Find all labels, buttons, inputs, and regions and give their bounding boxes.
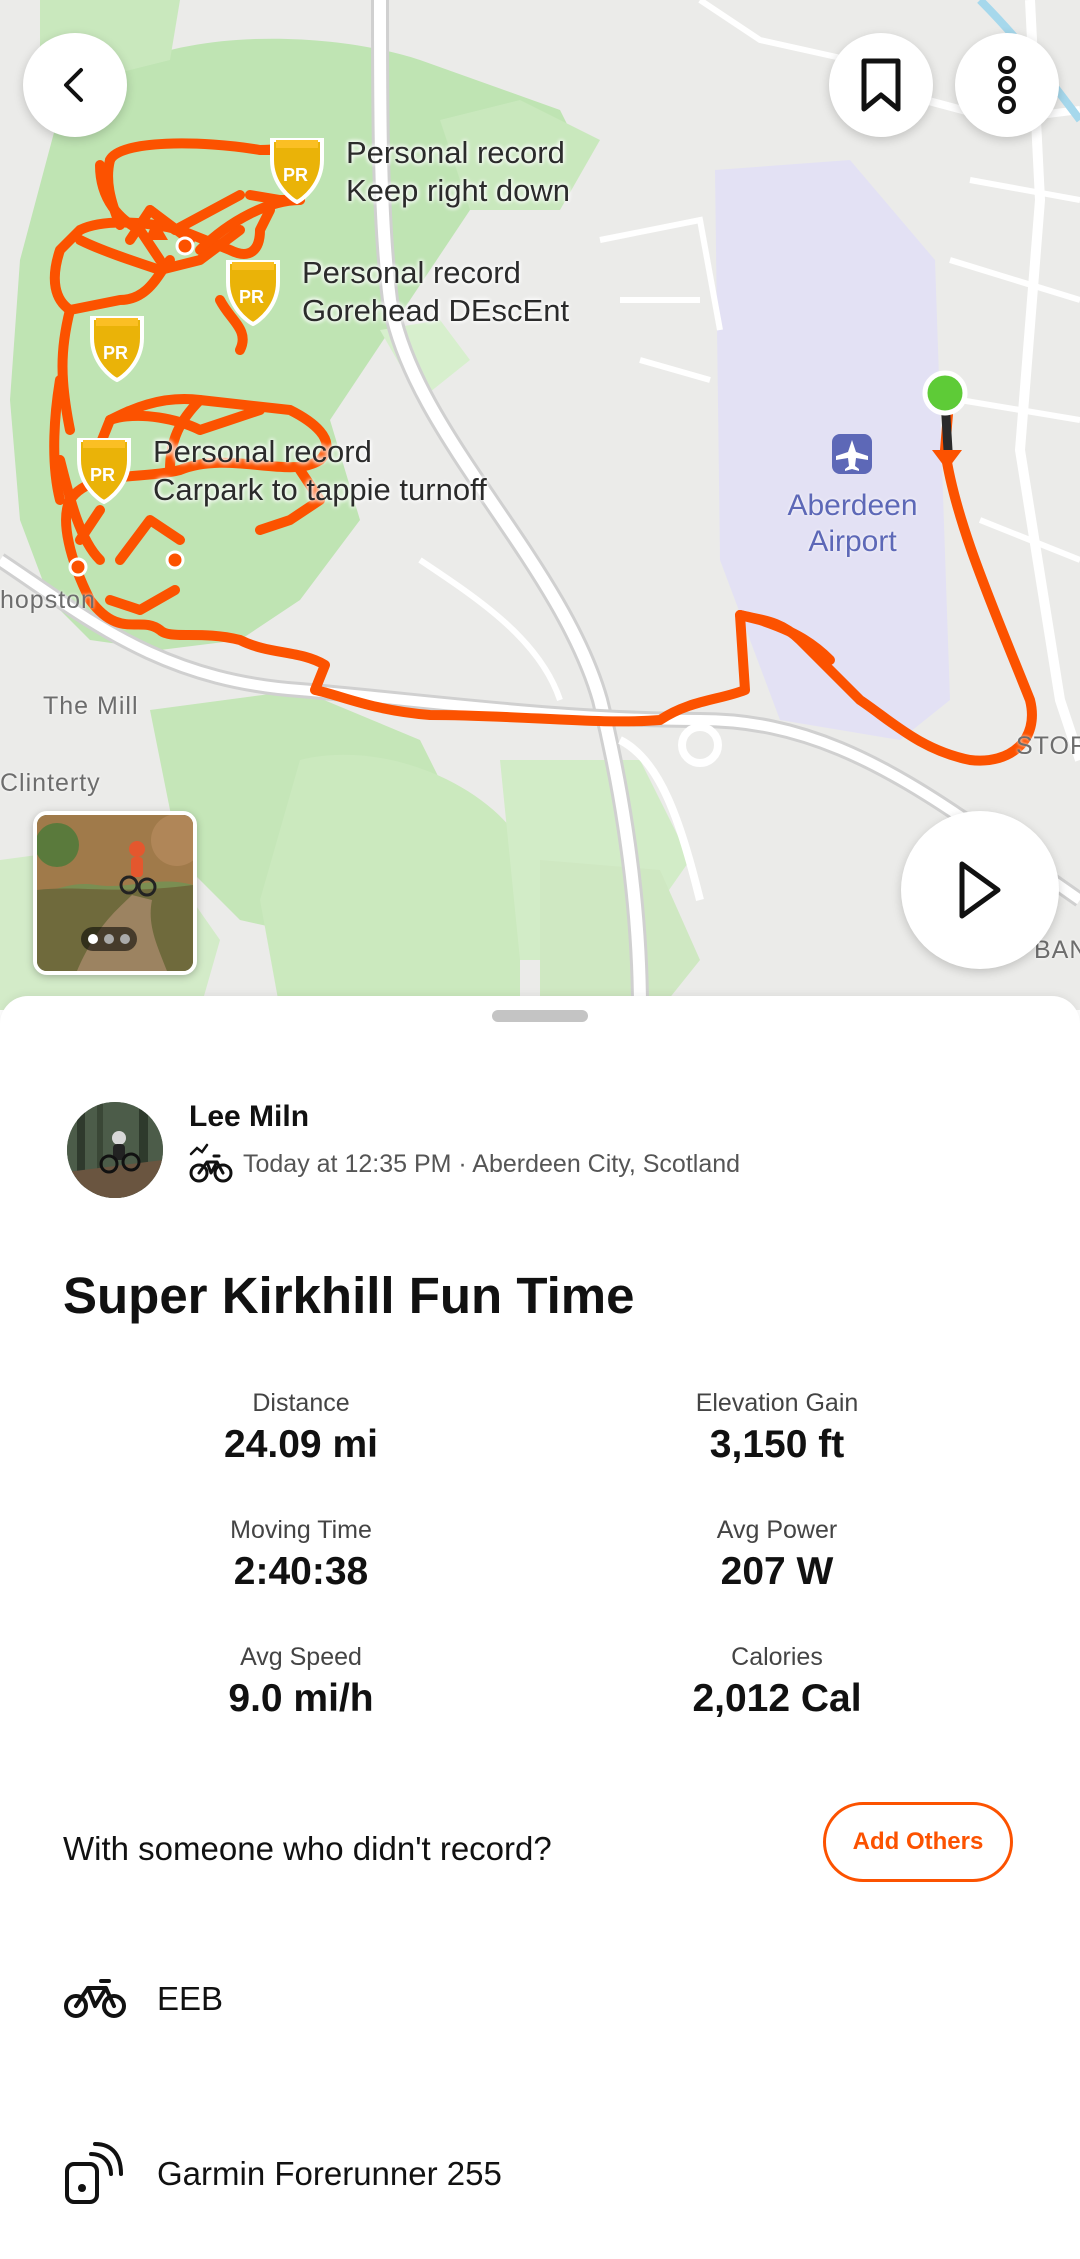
mountain-bike-icon <box>189 1143 233 1183</box>
with-others-prompt: With someone who didn't record? <box>63 1830 552 1867</box>
stat-value: 9.0 mi/h <box>228 1677 374 1720</box>
gear-bike-row[interactable]: EEB <box>63 1976 223 2022</box>
stat-label: Avg Speed <box>240 1643 362 1671</box>
activity-date-location: Today at 12:35 PM · Aberdeen City, Scotl… <box>243 1149 741 1178</box>
place-label-the-mill: The Mill <box>43 692 139 720</box>
stat-calories: Calories 2,012 Cal <box>567 1640 987 1724</box>
pager-dot-active <box>88 934 98 944</box>
place-label-stor: STOR <box>1016 732 1080 760</box>
pager-dot <box>120 934 130 944</box>
airport-label: Aberdeen Airport <box>787 489 918 558</box>
stat-distance: Distance 24.09 mi <box>91 1386 511 1470</box>
bookmark-button[interactable] <box>829 33 933 137</box>
pr-badge-text-1: PR <box>283 165 309 185</box>
avatar[interactable] <box>67 1102 163 1198</box>
bookmark-icon <box>861 58 901 112</box>
activity-title: Super Kirkhill Fun Time <box>63 1267 635 1324</box>
activity-photo-thumbnail[interactable] <box>33 811 197 975</box>
bike-icon <box>64 1979 126 2018</box>
stat-value: 24.09 mi <box>224 1423 378 1466</box>
pr-badge-text-2: PR <box>239 287 265 307</box>
stat-moving-time: Moving Time 2:40:38 <box>91 1513 511 1597</box>
stat-value: 207 W <box>720 1550 834 1593</box>
pr-label-title: Personal record <box>302 255 521 290</box>
sheet-drag-handle[interactable] <box>492 1010 588 1022</box>
add-others-button[interactable]: Add Others <box>823 1802 1013 1882</box>
pr-badge-text-3: PR <box>103 343 129 363</box>
gear-bike-name: EEB <box>157 1980 224 2017</box>
more-options-button[interactable] <box>955 33 1059 137</box>
stat-label: Moving Time <box>230 1516 372 1544</box>
photo-pager-dots <box>81 927 137 951</box>
device-icon <box>65 2142 123 2204</box>
activity-meta: Today at 12:35 PM · Aberdeen City, Scotl… <box>189 1142 740 1186</box>
stat-label: Avg Power <box>716 1516 838 1544</box>
play-flyover-button[interactable] <box>901 811 1059 969</box>
pr-label-1: Personal record Keep right down <box>346 134 570 210</box>
activity-map[interactable]: PR PR PR PR Personal record Keep right d… <box>0 0 1080 1010</box>
athlete-name[interactable]: Lee Miln <box>189 1100 309 1134</box>
more-vertical-icon <box>998 56 1016 114</box>
gear-device-row[interactable]: Garmin Forerunner 255 <box>63 2142 502 2206</box>
pr-label-segment: Keep right down <box>346 173 571 208</box>
stat-value: 2,012 Cal <box>692 1677 862 1720</box>
pr-badge-text-4: PR <box>90 465 116 485</box>
pr-label-segment: Gorehead DEscEnt <box>302 293 570 328</box>
place-label-ban: BAN <box>1034 936 1080 964</box>
pr-label-title: Personal record <box>153 434 372 469</box>
pr-label-title: Personal record <box>346 135 565 170</box>
stat-value: 2:40:38 <box>233 1550 369 1593</box>
stat-avg-power: Avg Power 207 W <box>567 1513 987 1597</box>
place-label-hopston: hopston <box>0 586 96 614</box>
pr-label-segment: Carpark to tappie turnoff <box>153 472 487 507</box>
gear-device-name: Garmin Forerunner 255 <box>157 2155 502 2192</box>
stat-value: 3,150 ft <box>709 1423 845 1466</box>
stat-elevation-gain: Elevation Gain 3,150 ft <box>567 1386 987 1470</box>
chevron-left-icon <box>64 68 83 102</box>
back-button[interactable] <box>23 33 127 137</box>
stat-label: Distance <box>252 1389 350 1417</box>
place-label-clinterty: Clinterty <box>0 769 101 797</box>
activity-details-sheet[interactable]: Lee Miln Today at 12:35 PM · Aberdeen Ci… <box>0 996 1080 2259</box>
play-icon <box>959 861 1001 919</box>
stat-label: Elevation Gain <box>695 1389 859 1417</box>
pr-label-3: Personal record Carpark to tappie turnof… <box>153 433 487 509</box>
stat-label: Calories <box>731 1643 823 1671</box>
avatar-image <box>67 1102 163 1198</box>
start-marker <box>922 370 968 416</box>
pager-dot <box>104 934 114 944</box>
pr-label-2: Personal record Gorehead DEscEnt <box>302 254 569 330</box>
stat-avg-speed: Avg Speed 9.0 mi/h <box>91 1640 511 1724</box>
